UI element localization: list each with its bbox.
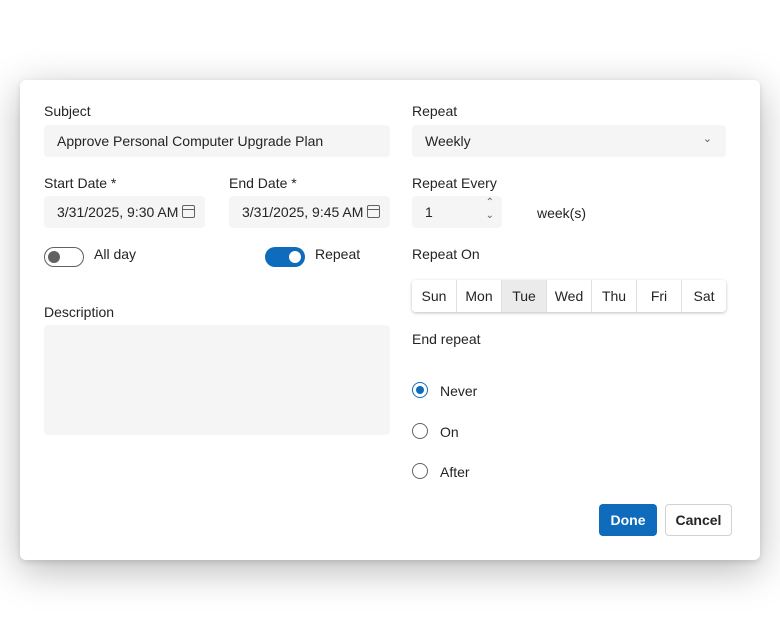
chevron-down-icon[interactable]: ⌄ xyxy=(486,210,494,221)
repeat-every-stepper[interactable]: 1 ⌃ ⌄ xyxy=(412,196,502,228)
radio-after[interactable] xyxy=(412,463,428,479)
all-day-label: All day xyxy=(94,246,137,262)
day-wed[interactable]: Wed xyxy=(547,280,592,312)
cancel-button[interactable]: Cancel xyxy=(665,504,732,536)
end-date-label: End Date * xyxy=(229,175,297,191)
repeat-label: Repeat xyxy=(412,103,458,119)
day-sat[interactable]: Sat xyxy=(682,280,726,312)
end-repeat-label: End repeat xyxy=(412,331,481,347)
recurrence-dialog: Subject Approve Personal Computer Upgrad… xyxy=(20,80,760,560)
end-date-input[interactable]: 3/31/2025, 9:45 AM xyxy=(229,196,390,228)
day-thu[interactable]: Thu xyxy=(592,280,637,312)
description-textarea[interactable] xyxy=(44,325,390,435)
repeat-select[interactable]: Weekly ⌄ xyxy=(412,125,726,157)
radio-on-label: On xyxy=(440,424,459,440)
description-label: Description xyxy=(44,304,115,320)
chevron-up-icon[interactable]: ⌃ xyxy=(486,197,494,208)
day-fri[interactable]: Fri xyxy=(637,280,682,312)
radio-never[interactable] xyxy=(412,382,428,398)
chevron-down-icon: ⌄ xyxy=(702,133,712,145)
end-date-value: 3/31/2025, 9:45 AM xyxy=(242,204,364,220)
calendar-icon[interactable] xyxy=(367,205,380,218)
repeat-on-days: Sun Mon Tue Wed Thu Fri Sat xyxy=(412,280,726,312)
start-date-value: 3/31/2025, 9:30 AM xyxy=(57,204,179,220)
day-mon[interactable]: Mon xyxy=(457,280,502,312)
subject-label: Subject xyxy=(44,103,91,119)
repeat-on-label: Repeat On xyxy=(412,246,480,262)
day-sun[interactable]: Sun xyxy=(412,280,457,312)
calendar-icon[interactable] xyxy=(182,205,195,218)
all-day-toggle[interactable] xyxy=(44,247,84,267)
repeat-every-label: Repeat Every xyxy=(412,175,497,191)
radio-on[interactable] xyxy=(412,423,428,439)
done-button[interactable]: Done xyxy=(599,504,657,536)
repeat-select-value: Weekly xyxy=(425,133,471,149)
start-date-label: Start Date * xyxy=(44,175,117,191)
radio-after-label: After xyxy=(440,464,470,480)
radio-never-label: Never xyxy=(440,383,478,399)
repeat-every-value: 1 xyxy=(425,204,433,220)
subject-input[interactable]: Approve Personal Computer Upgrade Plan xyxy=(44,125,390,157)
repeat-every-unit: week(s) xyxy=(537,205,587,221)
start-date-input[interactable]: 3/31/2025, 9:30 AM xyxy=(44,196,205,228)
repeat-toggle-label: Repeat xyxy=(315,246,361,262)
repeat-toggle[interactable] xyxy=(265,247,305,267)
day-tue[interactable]: Tue xyxy=(502,280,547,312)
